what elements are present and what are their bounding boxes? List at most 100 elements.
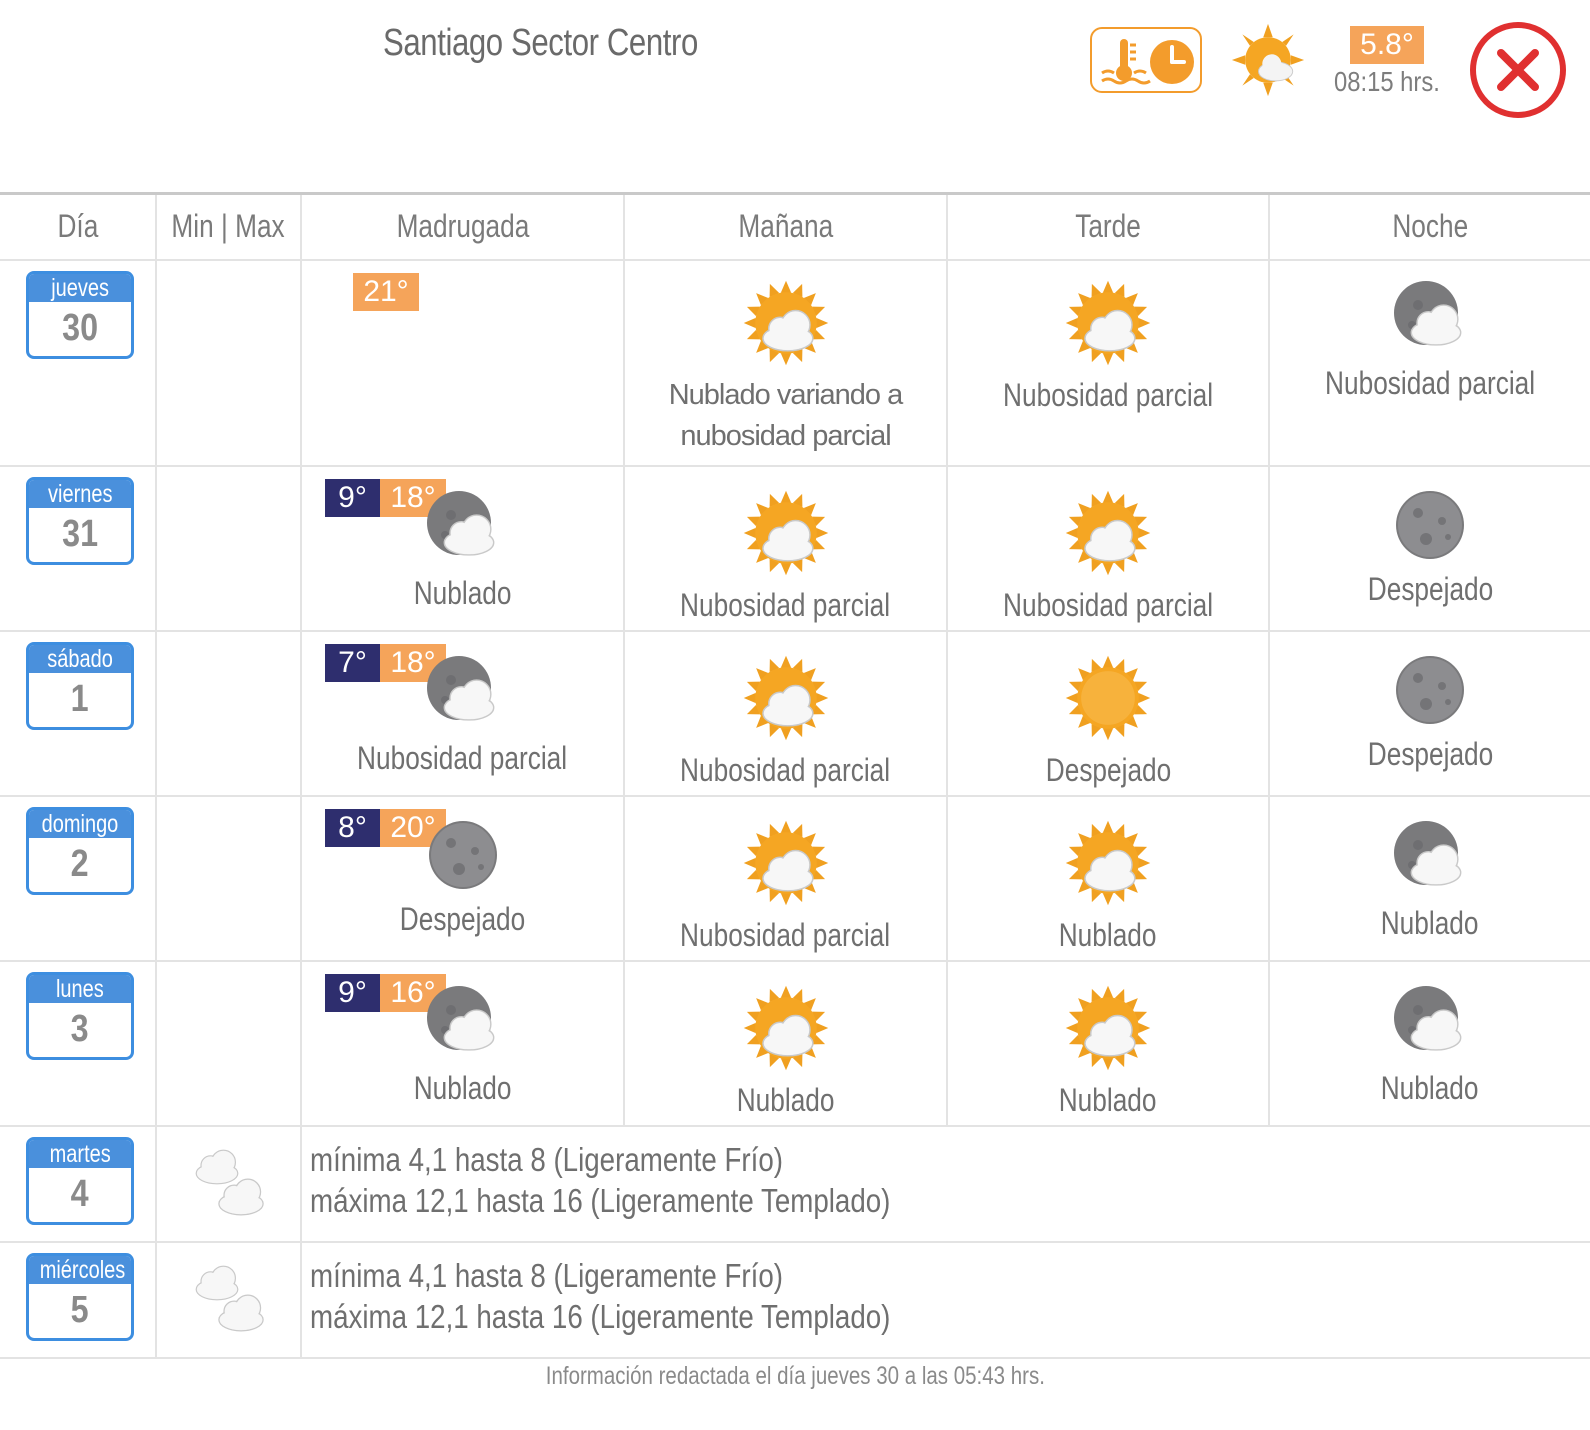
- sun-cloud-icon: [625, 815, 946, 911]
- condition-label: Nublado: [1059, 1082, 1157, 1118]
- condition-label: Nubosidad parcial: [1324, 365, 1536, 401]
- condition-label: Nubosidad parcial: [357, 740, 568, 776]
- condition-label: Despejado: [1045, 752, 1171, 788]
- period-cell: Despejado: [1270, 467, 1590, 630]
- extended-summary: mínima 4,1 hasta 8 (Ligeramente Frío) má…: [310, 1139, 890, 1221]
- weekday-label: sábado: [29, 645, 131, 673]
- condition-label: Nublado: [413, 575, 512, 611]
- page-title: Santiago Sector Centro: [383, 22, 698, 64]
- period-cell: Nublado: [1270, 797, 1590, 960]
- max-summary: máxima 12,1 hasta 16 (Ligeramente Templa…: [310, 1182, 891, 1219]
- table-header-row: Día Min | Max Madrugada Mañana Tarde Noc…: [0, 195, 1590, 261]
- period-cell: Nubosidad parcial: [1270, 261, 1590, 465]
- condition-label: Nubosidad parcial: [680, 587, 891, 623]
- extended-summary: mínima 4,1 hasta 8 (Ligeramente Frío) má…: [310, 1255, 890, 1337]
- current-weather-icon: [1230, 22, 1306, 103]
- day-cell: martes 4: [0, 1127, 157, 1241]
- forecast-row: lunes 3 9° 16° Nublado Nublado Nublado N…: [0, 962, 1590, 1127]
- col-header-tarde: Tarde: [948, 195, 1270, 259]
- calendar-date: jueves 30: [26, 271, 134, 359]
- weekday-label: viernes: [29, 480, 131, 508]
- condition-label: Nublado: [736, 1082, 835, 1118]
- calendar-date: miércoles 5: [26, 1253, 134, 1341]
- calendar-date: lunes 3: [26, 972, 134, 1060]
- condition-label: Despejado: [399, 901, 526, 937]
- period-cell: Nubosidad parcial: [948, 261, 1270, 465]
- forecast-row: jueves 30 21° Nublado variando a nubosid…: [0, 261, 1590, 467]
- moon-cloud-icon: [302, 485, 623, 569]
- icon-cell: [157, 1127, 302, 1241]
- sun-cloud-icon: [625, 485, 946, 581]
- period-cell: Nublado: [948, 797, 1270, 960]
- condition-label: Despejado: [1367, 736, 1493, 772]
- current-temperature: 5.8°: [1350, 26, 1424, 64]
- forecast-table: Día Min | Max Madrugada Mañana Tarde Noc…: [0, 192, 1590, 1359]
- sun-cloud-icon: [948, 815, 1268, 911]
- moon-icon: [1270, 650, 1590, 730]
- weekday-label: domingo: [29, 810, 131, 838]
- calendar-date: martes 4: [26, 1137, 134, 1225]
- sun-icon: [948, 650, 1268, 746]
- day-number: 1: [71, 678, 89, 720]
- summary-cell: mínima 4,1 hasta 8 (Ligeramente Frío) má…: [302, 1127, 1590, 1241]
- condition-label: Despejado: [1367, 571, 1493, 607]
- weekday-label: martes: [29, 1140, 131, 1168]
- period-cell: Despejado: [1270, 632, 1590, 795]
- period-cell: Nublado: [302, 467, 625, 630]
- condition-label: Nublado: [413, 1070, 512, 1106]
- col-header-day: Día: [0, 195, 157, 259]
- condition-label: Nublado: [1381, 1070, 1479, 1106]
- day-number: 5: [71, 1289, 89, 1331]
- period-cell: Nublado: [1270, 962, 1590, 1125]
- day-number: 4: [71, 1173, 89, 1215]
- moon-cloud-icon: [302, 980, 623, 1064]
- extended-forecast-row: miércoles 5 mínima 4,1 hasta 8 (Ligerame…: [0, 1243, 1590, 1359]
- weekday-label: jueves: [29, 274, 131, 302]
- min-summary: mínima 4,1 hasta 8 (Ligeramente Frío): [310, 1257, 783, 1294]
- day-cell: miércoles 5: [0, 1243, 157, 1357]
- sun-cloud-icon: [625, 650, 946, 746]
- minmax-cell: 9° 16°: [157, 962, 446, 1125]
- day-cell: jueves 30: [0, 261, 157, 465]
- clouds-icon: [185, 1261, 275, 1346]
- close-icon: [1470, 22, 1566, 118]
- summary-cell: mínima 4,1 hasta 8 (Ligeramente Frío) má…: [302, 1243, 1590, 1357]
- forecast-row: domingo 2 8° 20° Despejado Nubosidad par…: [0, 797, 1590, 962]
- period-cell: Nubosidad parcial: [625, 467, 948, 630]
- condition-label: Nublado: [1381, 905, 1479, 941]
- condition-label: Nublado variando a nubosidad parcial: [668, 379, 904, 452]
- day-number: 3: [71, 1008, 89, 1050]
- col-header-noche: Noche: [1392, 208, 1468, 244]
- period-cell: Nublado: [948, 962, 1270, 1125]
- sun-cloud-icon: [948, 485, 1268, 581]
- icon-cell: [157, 1243, 302, 1357]
- close-button[interactable]: [1468, 20, 1568, 120]
- period-cell: Nubosidad parcial: [625, 632, 948, 795]
- footer-note: Información redactada el día jueves 30 a…: [545, 1362, 1045, 1390]
- col-header-minmax: Min | Max: [157, 195, 302, 259]
- minmax-cell: 8° 20°: [157, 797, 446, 960]
- period-cell: Despejado: [948, 632, 1270, 795]
- day-cell: lunes 3: [0, 962, 157, 1125]
- period-cell: Nubosidad parcial: [625, 797, 948, 960]
- moon-icon: [302, 815, 623, 895]
- min-summary: mínima 4,1 hasta 8 (Ligeramente Frío): [310, 1141, 783, 1178]
- sun-cloud-icon: [948, 275, 1268, 371]
- calendar-date: viernes 31: [26, 477, 134, 565]
- forecast-row: sábado 1 7° 18° Nubosidad parcial Nubosi…: [0, 632, 1590, 797]
- minmax-cell: 21°: [157, 261, 419, 465]
- calendar-date: sábado 1: [26, 642, 134, 730]
- day-number: 30: [62, 307, 98, 349]
- weekday-label: lunes: [29, 975, 131, 1003]
- condition-label: Nubosidad parcial: [1002, 587, 1214, 623]
- condition-label: Nubosidad parcial: [680, 752, 891, 788]
- temperature-history-button[interactable]: [1090, 27, 1202, 93]
- minmax-cell: 7° 18°: [157, 632, 446, 795]
- col-header-madrugada: Madrugada: [302, 195, 625, 259]
- sun-cloud-icon: [625, 980, 946, 1076]
- minmax-cell: 9° 18°: [157, 467, 446, 630]
- period-cell: Nublado: [625, 962, 948, 1125]
- period-cell: [302, 261, 625, 465]
- sun-cloud-icon: [625, 275, 946, 371]
- period-cell: Nubosidad parcial: [302, 632, 625, 795]
